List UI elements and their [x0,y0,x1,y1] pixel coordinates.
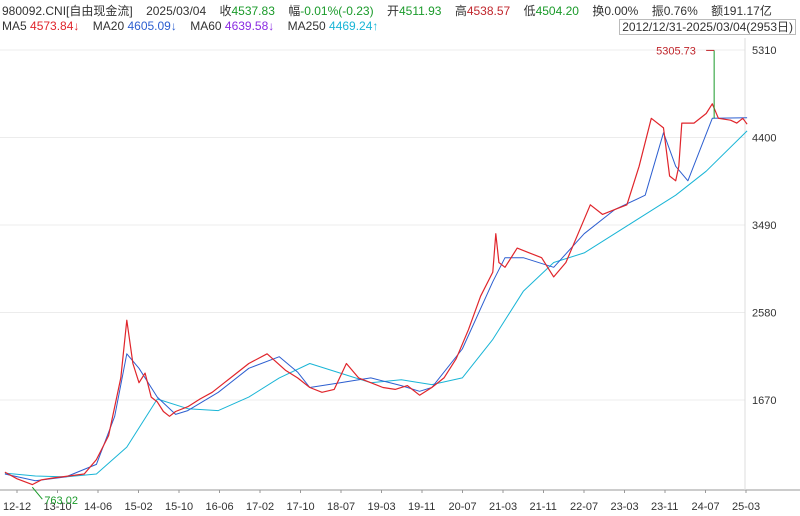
x-tick-label: 22-07 [570,501,598,513]
y-tick-label: 2580 [752,308,776,320]
x-axis-ticks: 12-12 13-10 14-06 15-02 15-10 16-06 17-02 17-10… [3,501,760,513]
annotations: 5305.73 763.02 [31,45,715,507]
grid-lines [0,38,800,493]
x-tick-label: 24-07 [692,501,720,513]
x-tick-label: 19-11 [408,501,435,513]
min-label: 763.02 [44,495,78,507]
x-tick-label: 20-07 [449,501,477,513]
y-axis-ticks: 5310 4400 3490 2580 1670 [752,45,776,407]
x-tick-label: 14-06 [84,501,112,513]
price-chart[interactable]: 53104400349025801670 12-12 13-10 14-06 15-0… [0,0,800,516]
series-line-price [4,103,748,486]
y-tick-label: 3490 [752,220,776,232]
x-tick-label: 19-03 [368,501,396,513]
x-tick-label: 25-03 [732,501,760,513]
x-tick-label: 15-10 [165,501,193,513]
x-tick-label: 17-02 [246,501,274,513]
series-lines [4,103,748,486]
min-leader [31,486,43,500]
y-tick-label: 4400 [752,133,776,145]
x-tick-label: 16-06 [206,501,234,513]
series-line-ma250 [4,130,748,478]
x-tick-label: 12-12 [3,501,31,513]
x-tick-label: 23-11 [651,501,678,513]
y-tick-label: 1670 [752,395,776,407]
x-tick-label: 17-10 [287,501,315,513]
x-tick-label: 21-03 [489,501,517,513]
x-tick-label: 18-07 [327,501,355,513]
x-tick-label: 23-03 [611,501,639,513]
series-line-ma20 [4,117,748,482]
x-tick-label: 21-11 [530,501,557,513]
x-tick-label: 15-02 [125,501,153,513]
max-label: 5305.73 [656,45,696,57]
y-tick-label: 5310 [752,45,776,57]
